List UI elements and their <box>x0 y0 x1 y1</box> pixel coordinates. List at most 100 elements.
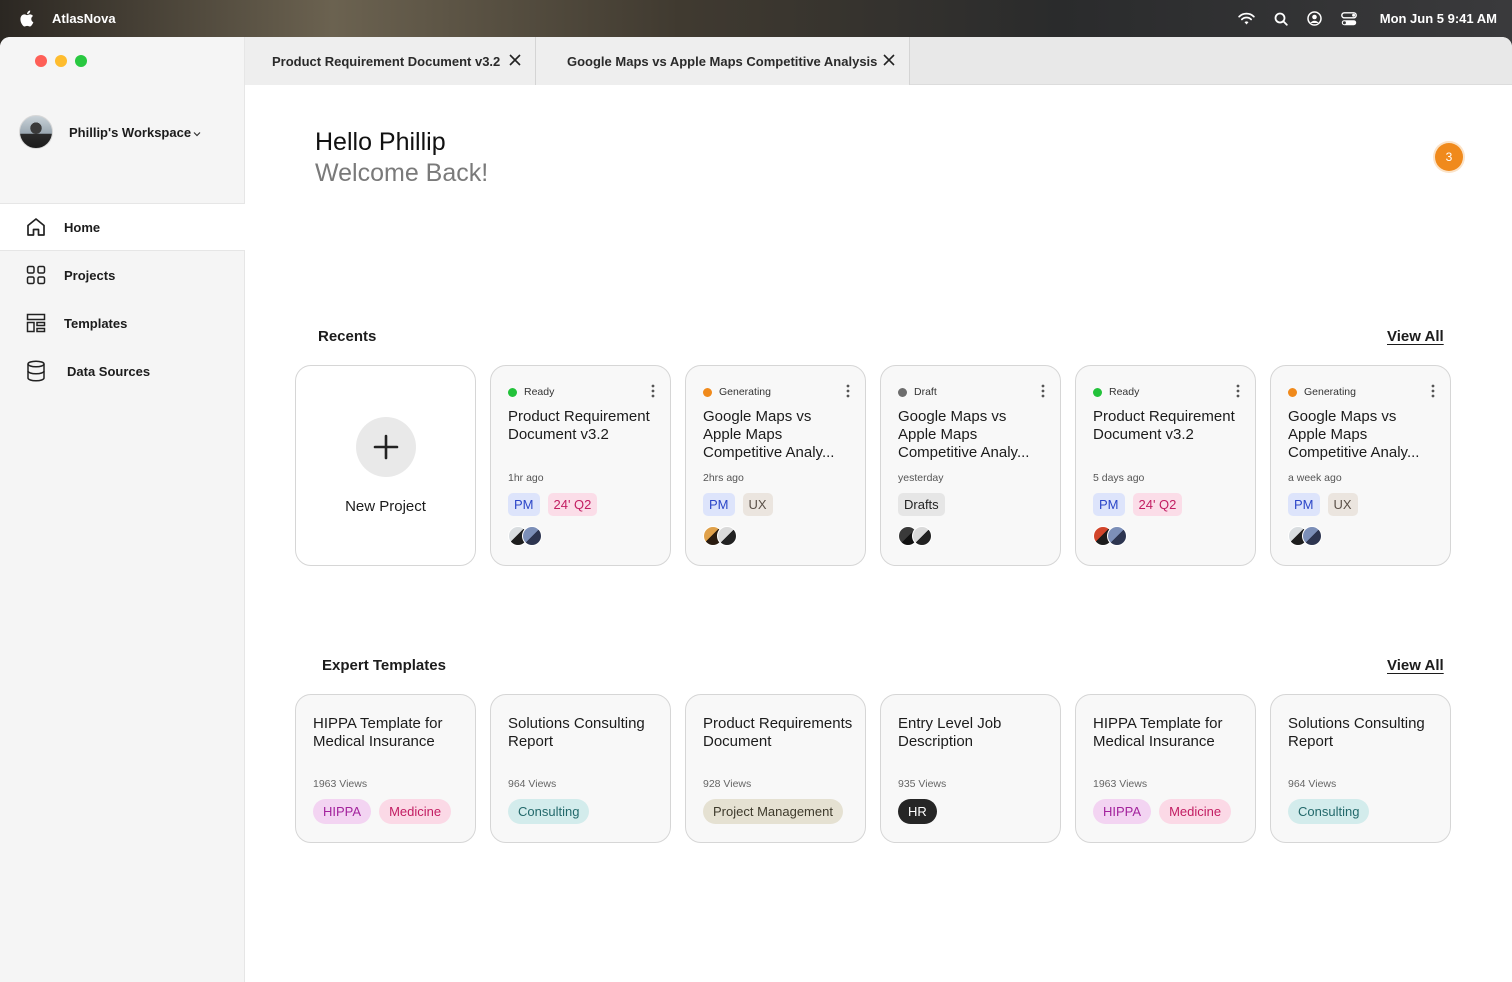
status-label: Ready <box>1109 386 1140 398</box>
tag[interactable]: HR <box>898 799 937 824</box>
template-card[interactable]: HIPPA Template for Medical Insurance 1963… <box>1075 694 1256 843</box>
template-card[interactable]: Solutions Consulting Report 964 Views Cons… <box>1270 694 1451 843</box>
tag[interactable]: Drafts <box>898 493 945 516</box>
new-project-card[interactable]: New Project <box>295 365 476 566</box>
recent-project-card[interactable]: Ready Product Requirement Document v3.2 1h… <box>490 365 671 566</box>
recent-project-card[interactable]: Generating Google Maps vs Apple Maps Comp… <box>1270 365 1451 566</box>
more-options-icon[interactable] <box>1041 384 1045 398</box>
tag[interactable]: 24' Q2 <box>1132 493 1183 516</box>
collaborators <box>1288 526 1322 546</box>
workspace-name: Phillip's Workspace <box>69 124 192 140</box>
tag[interactable]: UX <box>742 493 773 516</box>
sidebar-item-projects[interactable]: Projects <box>0 251 245 299</box>
template-title: Product Requirements Document <box>703 715 853 750</box>
tab-document-2[interactable]: Google Maps vs Apple Maps Competitive An… <box>536 37 910 85</box>
template-card[interactable]: HIPPA Template for Medical Insurance 1963… <box>295 694 476 843</box>
minimize-window-button[interactable] <box>55 55 67 67</box>
tag[interactable]: PM <box>1288 493 1320 516</box>
project-title: Product Requirement Document v3.2 <box>1093 408 1235 443</box>
tag-list: PM 24' Q2 <box>508 493 598 516</box>
tab-label: Product Requirement Document v3.2 <box>272 53 501 69</box>
templates-view-all-link[interactable]: View All <box>1387 657 1444 674</box>
menu-bar-clock[interactable]: Mon Jun 5 9:41 AM <box>1380 11 1497 26</box>
sidebar-item-data-sources[interactable]: Data Sources <box>0 347 245 395</box>
template-title: HIPPA Template for Medical Insurance <box>313 715 443 750</box>
menu-bar: AtlasNova Mon Jun 5 9:41 AM <box>0 0 1512 37</box>
more-options-icon[interactable] <box>651 384 655 398</box>
template-card[interactable]: Product Requirements Document 928 Views Pr… <box>685 694 866 843</box>
templates-icon <box>25 312 47 334</box>
status-badge: Draft <box>898 386 937 398</box>
apple-logo-icon[interactable] <box>19 10 35 28</box>
grid-icon <box>25 264 47 286</box>
collaborators <box>508 526 542 546</box>
template-title: Solutions Consulting Report <box>1288 715 1425 750</box>
tag[interactable]: 24' Q2 <box>547 493 598 516</box>
app-window: Phillip's Workspace Home Projects Templa… <box>0 37 1512 982</box>
status-dot-icon <box>1288 387 1297 397</box>
recent-project-card[interactable]: Draft Google Maps vs Apple Maps Competiti… <box>880 365 1061 566</box>
more-options-icon[interactable] <box>846 384 850 398</box>
project-timestamp: 2hrs ago <box>703 472 744 484</box>
sidebar: Phillip's Workspace Home Projects Templa… <box>0 37 245 982</box>
tag[interactable]: Medicine <box>1159 799 1232 824</box>
recent-project-card[interactable]: Ready Product Requirement Document v3.2 5 … <box>1075 365 1256 566</box>
tag[interactable]: UX <box>1327 493 1358 516</box>
notification-badge[interactable]: 3 <box>1435 143 1463 171</box>
tag-list: PM UX <box>1288 493 1358 516</box>
template-views: 1963 Views <box>313 778 368 790</box>
wifi-icon[interactable] <box>1230 0 1264 37</box>
template-views: 964 Views <box>1288 778 1337 790</box>
collaborators <box>1093 526 1127 546</box>
template-views: 928 Views <box>703 778 752 790</box>
status-badge: Generating <box>1288 386 1356 398</box>
collaborators <box>898 526 932 546</box>
fullscreen-window-button[interactable] <box>75 55 87 67</box>
tag[interactable]: Consulting <box>1288 799 1370 824</box>
sidebar-nav: Home Projects Templates Data Sources <box>0 203 245 395</box>
close-icon[interactable] <box>509 54 521 66</box>
template-card[interactable]: Solutions Consulting Report 964 Views Cons… <box>490 694 671 843</box>
tag[interactable]: PM <box>508 493 540 516</box>
new-project-label: New Project <box>345 498 426 515</box>
greeting-heading: Hello Phillip <box>315 128 446 156</box>
project-title: Product Requirement Document v3.2 <box>508 408 650 443</box>
main-content: Hello Phillip Welcome Back! 3 Recents Vi… <box>245 85 1512 982</box>
tab-document-1[interactable]: Product Requirement Document v3.2 <box>245 37 536 85</box>
sidebar-item-label: Templates <box>64 315 128 331</box>
avatar <box>1302 526 1322 546</box>
avatar <box>717 526 737 546</box>
tag[interactable]: Consulting <box>508 799 590 824</box>
recents-view-all-link[interactable]: View All <box>1387 328 1444 345</box>
sidebar-item-home[interactable]: Home <box>0 203 245 251</box>
control-center-icon[interactable] <box>1332 0 1366 37</box>
template-title: Entry Level Job Description <box>898 715 1002 750</box>
project-title: Google Maps vs Apple Maps Competitive An… <box>898 408 1030 461</box>
tag[interactable]: Medicine <box>379 799 452 824</box>
workspace-switcher[interactable]: Phillip's Workspace <box>19 115 201 149</box>
app-name[interactable]: AtlasNova <box>52 11 116 26</box>
project-title: Google Maps vs Apple Maps Competitive An… <box>703 408 835 461</box>
project-timestamp: a week ago <box>1288 472 1342 484</box>
sidebar-item-templates[interactable]: Templates <box>0 299 245 347</box>
avatar <box>19 115 53 149</box>
project-timestamp: yesterday <box>898 472 944 484</box>
tag[interactable]: HIPPA <box>313 799 372 824</box>
tag[interactable]: HIPPA <box>1093 799 1152 824</box>
recent-project-card[interactable]: Generating Google Maps vs Apple Maps Comp… <box>685 365 866 566</box>
tag[interactable]: Project Management <box>703 799 843 824</box>
tab-bar: Product Requirement Document v3.2 Google… <box>245 37 1512 85</box>
status-label: Draft <box>914 386 937 398</box>
close-window-button[interactable] <box>35 55 47 67</box>
template-card[interactable]: Entry Level Job Description 935 Views HR <box>880 694 1061 843</box>
tag[interactable]: PM <box>1093 493 1125 516</box>
more-options-icon[interactable] <box>1431 384 1435 398</box>
tag-list: Project Management <box>703 799 843 824</box>
more-options-icon[interactable] <box>1236 384 1240 398</box>
recents-title: Recents <box>318 328 377 345</box>
close-icon[interactable] <box>883 54 895 66</box>
user-circle-icon[interactable] <box>1298 0 1332 37</box>
tag[interactable]: PM <box>703 493 735 516</box>
tag-list: PM 24' Q2 <box>1093 493 1183 516</box>
search-icon[interactable] <box>1264 0 1298 37</box>
